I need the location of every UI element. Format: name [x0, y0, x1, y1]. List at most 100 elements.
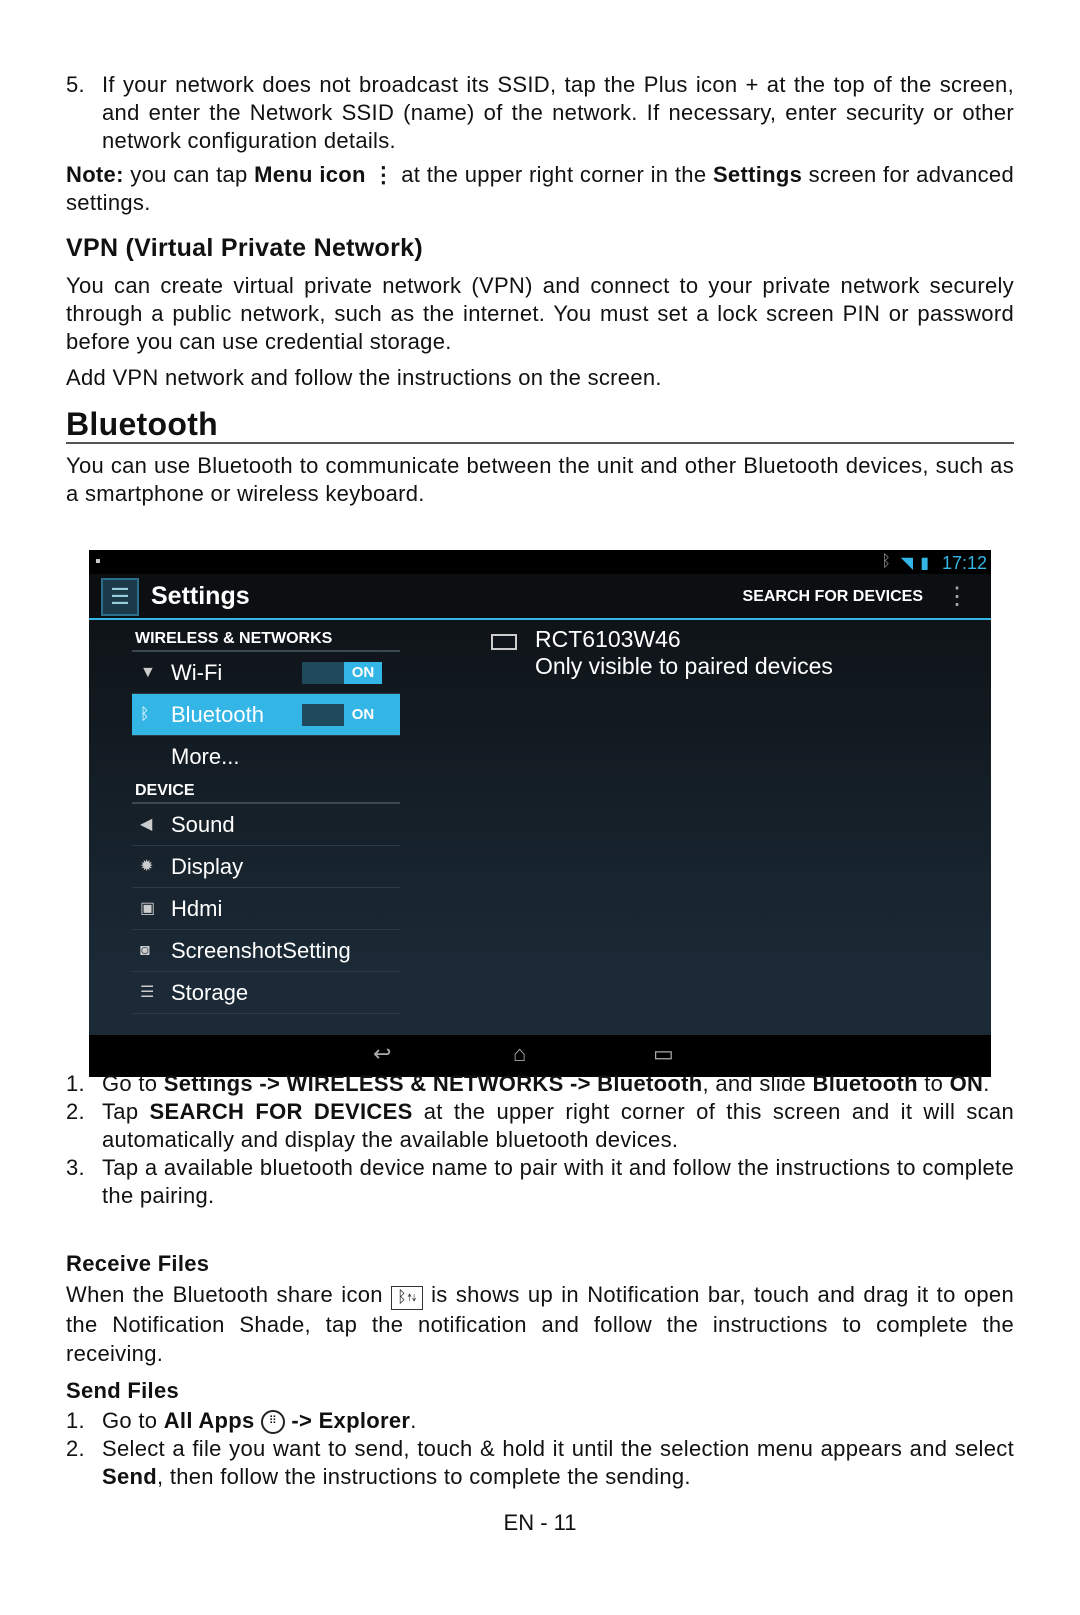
receive-files-section: Receive Files When the Bluetooth share i… [66, 1250, 1014, 1368]
setting-label: Hdmi [171, 896, 223, 921]
setting-label: Display [171, 854, 244, 879]
section-header: DEVICE [132, 778, 400, 804]
wifi-toggle[interactable]: ON [302, 662, 382, 684]
hdmi-icon: ▣ [140, 900, 156, 917]
toggle-label: ON [344, 704, 382, 726]
bluetooth-section: Bluetooth You can use Bluetooth to commu… [66, 408, 1014, 508]
note: Note: you can tap Menu icon ⋮ at the upp… [66, 161, 1014, 217]
settings-app-icon: ☰ [101, 578, 139, 616]
setting-label: ScreenshotSetting [171, 938, 351, 963]
status-bar: ▪ ᛒ ◥ ▮ 17:12 [89, 550, 991, 574]
image-notification-icon: ▪ [95, 553, 101, 570]
step: 2. Select a file you want to send, touch … [66, 1435, 1014, 1491]
setting-hdmi[interactable]: ▣ Hdmi [132, 888, 400, 930]
step-text: Tap a available bluetooth device name to… [102, 1155, 1014, 1208]
step-text: Go to [102, 1071, 164, 1096]
all-apps-icon: ⠿ [260, 1410, 285, 1435]
vpn-paragraph: You can create virtual private network (… [66, 273, 1014, 354]
step-number: 5. [66, 72, 85, 97]
step-text: Select a file you want to send, touch & … [102, 1436, 1014, 1461]
wifi-icon: ▼ [140, 664, 156, 681]
note-text: you can tap [123, 162, 255, 187]
home-icon[interactable]: ⌂ [513, 1041, 526, 1067]
step-number: 1. [66, 1071, 85, 1096]
app-title: Settings [151, 582, 250, 610]
step-bold: Send [102, 1464, 157, 1489]
bluetooth-steps: 1. Go to Settings -> WIRELESS & NETWORKS … [66, 1070, 1014, 1210]
page-number: EN - 11 [503, 1510, 577, 1535]
search-for-devices-button[interactable]: SEARCH FOR DEVICES [743, 588, 923, 606]
vpn-heading: VPN (Virtual Private Network) [66, 234, 423, 262]
bluetooth-heading: Bluetooth [66, 408, 1014, 444]
menu-icon-label: Menu icon [254, 162, 366, 187]
laptop-icon [491, 634, 517, 650]
clock: 17:12 [941, 553, 987, 573]
step-bold: Explorer [318, 1408, 411, 1433]
toggle-label: ON [344, 662, 382, 684]
bluetooth-status-icon: ᛒ [881, 553, 891, 570]
setting-display[interactable]: ✹ Display [132, 846, 400, 888]
bluetooth-toggle[interactable]: ON [302, 704, 382, 726]
bluetooth-icon: ᛒ [140, 706, 150, 723]
step-number: 1. [66, 1408, 85, 1433]
send-files-section: Send Files 1. Go to All Apps ⠿ -> Explore… [66, 1377, 1014, 1491]
intro-section: 5. If your network does not broadcast its… [66, 71, 1014, 217]
step-text: Tap [102, 1099, 150, 1124]
section-header: WIRELESS & NETWORKS [132, 626, 400, 652]
step-bold: ON [949, 1071, 984, 1096]
camera-icon: ◙ [140, 942, 150, 959]
setting-storage[interactable]: ☰ Storage [132, 972, 400, 1014]
recent-apps-icon[interactable]: ▭ [653, 1041, 674, 1067]
step-text: to [917, 1071, 950, 1096]
step-text: , and slide [702, 1071, 813, 1096]
step: 3. Tap a available bluetooth device name … [66, 1154, 1014, 1210]
setting-label: Bluetooth [171, 702, 264, 727]
step-5: 5. If your network does not broadcast its… [66, 71, 1014, 155]
note-text: at the upper right corner in the [394, 162, 713, 187]
step-bold: Settings -> WIRELESS & NETWORKS -> Bluet… [163, 1071, 703, 1096]
overflow-menu-icon[interactable]: ⋮ [945, 582, 969, 611]
step-number: 2. [66, 1099, 85, 1124]
receive-heading: Receive Files [66, 1251, 210, 1276]
step-text: Go to [102, 1408, 164, 1433]
setting-screenshot[interactable]: ◙ ScreenshotSetting [132, 930, 400, 972]
step-number: 3. [66, 1155, 85, 1180]
step-text: If your network does not broadcast its S… [102, 72, 1014, 153]
back-icon[interactable]: ↩ [373, 1041, 391, 1067]
step-bold: SEARCH FOR DEVICES [149, 1099, 413, 1124]
settings-list: WIRELESS & NETWORKS ▼ Wi-Fi ON ᛒ Bluetooth O… [132, 626, 400, 1014]
note-label: Note: [66, 162, 124, 187]
device-visibility: Only visible to paired devices [535, 653, 833, 679]
setting-label: Storage [171, 980, 249, 1005]
setting-label: Sound [171, 812, 235, 837]
action-bar: ☰ Settings SEARCH FOR DEVICES ⋮ [89, 574, 991, 620]
receive-text: When the Bluetooth share icon [66, 1282, 392, 1307]
receive-paragraph: When the Bluetooth share icon ᛒ⇅ is show… [66, 1280, 1014, 1368]
step-bold: All Apps [163, 1408, 255, 1433]
bluetooth-share-icon: ᛒ⇅ [391, 1286, 423, 1310]
step: 1. Go to All Apps ⠿ -> Explorer. [66, 1407, 1014, 1435]
settings-screenshot: ▪ ᛒ ◥ ▮ 17:12 ☰ Settings SEARCH FOR DEVI… [89, 550, 991, 1077]
send-heading: Send Files [66, 1378, 180, 1403]
setting-more[interactable]: More... [132, 736, 400, 778]
device-name: RCT6103W46 [535, 626, 681, 652]
setting-bluetooth[interactable]: ᛒ Bluetooth ON [132, 694, 400, 736]
vpn-section: VPN (Virtual Private Network) You can cr… [66, 234, 1014, 392]
step-text: . [983, 1071, 990, 1096]
step-text: . [410, 1408, 417, 1433]
device-info[interactable]: RCT6103W46 Only visible to paired device… [491, 626, 833, 680]
step-number: 2. [66, 1436, 85, 1461]
storage-icon: ☰ [140, 984, 155, 1001]
step: 1. Go to Settings -> WIRELESS & NETWORKS … [66, 1070, 1014, 1098]
step-bold: Bluetooth [812, 1071, 918, 1096]
battery-icon: ▮ [920, 555, 929, 572]
step-bold: -> [284, 1408, 319, 1433]
bluetooth-paragraph: You can use Bluetooth to communicate bet… [66, 453, 1014, 506]
brightness-icon: ✹ [140, 858, 154, 875]
step-text: , then follow the instructions to comple… [157, 1464, 691, 1489]
setting-wifi[interactable]: ▼ Wi-Fi ON [132, 652, 400, 694]
menu-icon: ⋮ [372, 162, 395, 187]
setting-sound[interactable]: ◀ Sound [132, 804, 400, 846]
setting-label: More... [171, 744, 240, 769]
wifi-status-icon: ◥ [900, 555, 913, 572]
